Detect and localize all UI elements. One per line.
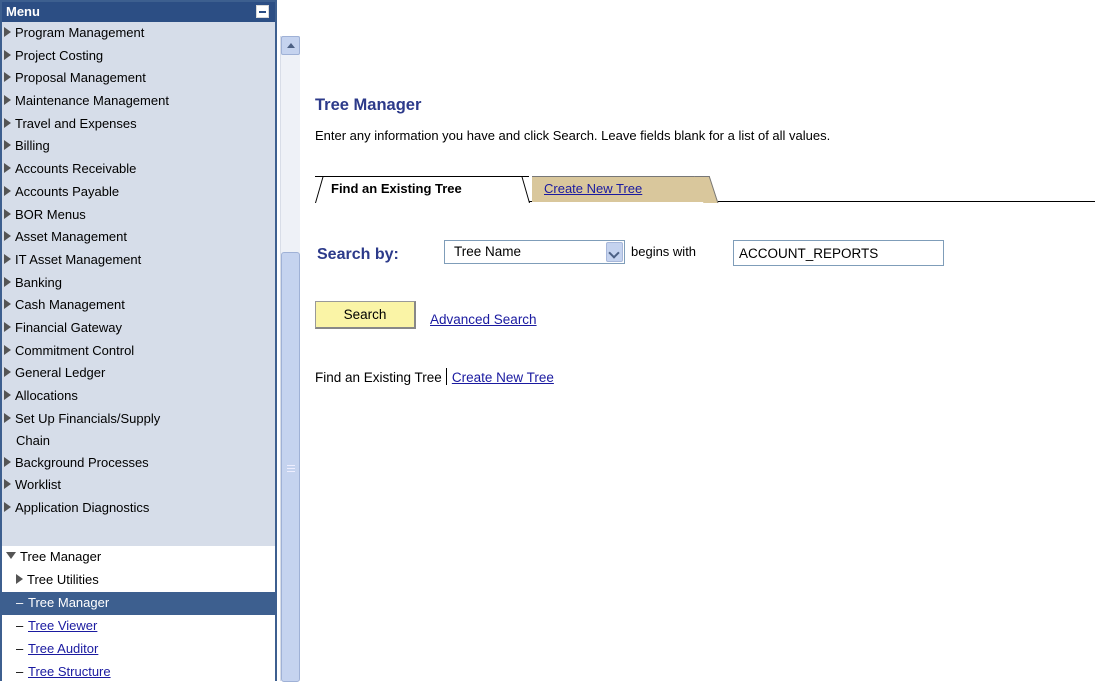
menu-open-section: Tree Manager Tree Utilities – Tree Manage… xyxy=(2,546,275,686)
expanded-arrow-icon xyxy=(6,552,16,559)
menu-item[interactable]: Allocations xyxy=(2,385,275,408)
menu-item[interactable]: Billing xyxy=(2,135,275,158)
menu-item[interactable]: Program Management xyxy=(2,22,275,45)
menu-item-tree-manager-selected[interactable]: – Tree Manager xyxy=(2,592,275,615)
collapsed-arrow-icon xyxy=(4,231,11,242)
menu-item[interactable]: Banking xyxy=(2,272,275,295)
menu-item[interactable]: Travel and Expenses xyxy=(2,113,275,136)
tab-strip: Find an Existing Tree Create New Tree xyxy=(315,176,1095,202)
main-content: Tree Manager Enter any information you h… xyxy=(315,0,1095,681)
menu-item[interactable]: Asset Management xyxy=(2,226,275,249)
collapsed-arrow-icon xyxy=(4,27,11,37)
scroll-up-icon[interactable] xyxy=(281,36,300,55)
collapsed-arrow-icon xyxy=(4,117,11,128)
operator-label: begins with xyxy=(631,244,697,259)
menu-item[interactable]: Maintenance Management xyxy=(2,90,275,113)
chevron-down-icon[interactable] xyxy=(606,242,623,262)
instructions-text: Enter any information you have and click… xyxy=(315,128,831,143)
search-by-label: Search by: xyxy=(317,246,399,263)
collapsed-arrow-icon xyxy=(4,95,11,106)
collapsed-arrow-icon xyxy=(4,276,11,287)
menu-item[interactable]: Cash Management xyxy=(2,294,275,317)
menu-item[interactable]: Application Diagnostics xyxy=(2,497,275,520)
create-new-tree-link[interactable]: Create New Tree xyxy=(452,370,554,385)
menu-item-tree-manager-folder[interactable]: Tree Manager xyxy=(2,546,275,569)
collapsed-arrow-icon xyxy=(4,253,11,264)
menu-item[interactable]: Worklist xyxy=(2,474,275,497)
collapsed-arrow-icon xyxy=(4,321,11,332)
menu-item[interactable]: Accounts Payable xyxy=(2,181,275,204)
menu-header: Menu xyxy=(2,2,275,22)
menu-item[interactable]: Project Costing xyxy=(2,45,275,68)
navigation-menu: Menu Program Management Project Costing … xyxy=(0,0,302,686)
menu-item[interactable]: General Ledger xyxy=(2,362,275,385)
search-field-select[interactable]: Tree Name xyxy=(444,240,625,264)
collapsed-arrow-icon xyxy=(4,502,11,513)
menu-item-tree-auditor[interactable]: – Tree Auditor xyxy=(2,638,275,661)
collapsed-arrow-icon xyxy=(4,163,11,174)
scroll-thumb[interactable] xyxy=(281,252,300,682)
menu-item[interactable]: Background Processes xyxy=(2,452,275,475)
menu-item-tree-utilities[interactable]: Tree Utilities xyxy=(2,569,275,592)
menu-item[interactable]: Accounts Receivable xyxy=(2,158,275,181)
menu-scrollbar[interactable] xyxy=(280,36,300,682)
menu-title: Menu xyxy=(6,4,40,19)
scroll-grip-icon xyxy=(287,465,295,472)
tab-create-new-tree[interactable]: Create New Tree xyxy=(532,176,707,202)
page-title: Tree Manager xyxy=(315,96,422,114)
menu-item[interactable]: Set Up Financials/Supply Chain xyxy=(2,408,275,452)
collapsed-arrow-icon xyxy=(4,299,11,310)
menu-item-tree-viewer[interactable]: – Tree Viewer xyxy=(2,615,275,638)
menu-item[interactable]: IT Asset Management xyxy=(2,249,275,272)
menu-item[interactable]: BOR Menus xyxy=(2,204,275,227)
tab-find-existing-tree[interactable]: Find an Existing Tree xyxy=(315,176,529,202)
bottom-links: Find an Existing Tree Create New Tree xyxy=(315,368,554,385)
collapsed-arrow-icon xyxy=(4,412,11,423)
collapsed-arrow-icon xyxy=(4,208,11,219)
current-page-label: Find an Existing Tree xyxy=(315,370,442,385)
advanced-search-link[interactable]: Advanced Search xyxy=(430,312,537,327)
collapsed-arrow-icon xyxy=(4,72,11,83)
collapse-icon[interactable] xyxy=(256,5,269,18)
collapsed-arrow-icon xyxy=(4,140,11,151)
menu-list: Program Management Project Costing Propo… xyxy=(2,22,275,520)
collapsed-arrow-icon xyxy=(16,574,23,584)
separator xyxy=(445,368,447,385)
menu-item[interactable]: Proposal Management xyxy=(2,67,275,90)
collapsed-arrow-icon xyxy=(4,390,11,400)
collapsed-arrow-icon xyxy=(4,49,11,60)
collapsed-arrow-icon xyxy=(4,479,11,490)
collapsed-arrow-icon xyxy=(4,456,11,467)
search-button[interactable]: Search xyxy=(315,301,416,329)
collapsed-arrow-icon xyxy=(4,185,11,196)
search-input[interactable] xyxy=(733,240,944,266)
menu-item[interactable]: Financial Gateway xyxy=(2,317,275,340)
collapsed-arrow-icon xyxy=(4,344,11,355)
menu-pane: Menu Program Management Project Costing … xyxy=(0,0,277,686)
menu-item[interactable]: Commitment Control xyxy=(2,340,275,363)
collapsed-arrow-icon xyxy=(4,367,11,378)
